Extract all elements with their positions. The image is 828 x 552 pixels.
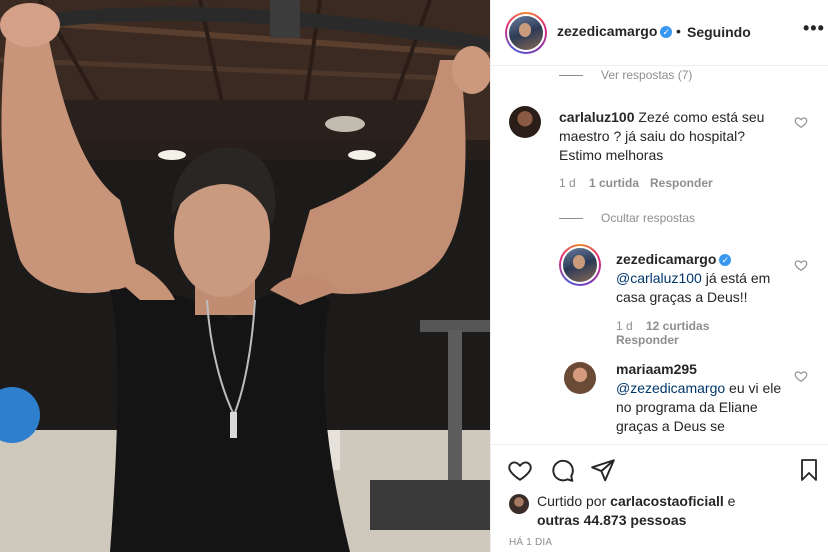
post-actions: Curtido por carlacostaoficiall e outras … — [491, 444, 828, 552]
commenter-avatar[interactable] — [509, 106, 541, 138]
comments-list[interactable]: Ver respostas (7) carlaluz100 Zezé como … — [491, 66, 828, 444]
replies-divider — [559, 218, 583, 219]
post-side-panel: zezedicamargo ✓ • Seguindo ••• Ver respos… — [490, 0, 828, 552]
reply-mention[interactable]: @zezedicamargo — [616, 380, 725, 396]
liker-username[interactable]: carlacostaoficiall — [610, 493, 724, 509]
post-photo-illustration — [0, 0, 490, 552]
likes-summary: Curtido por carlacostaoficiall e outras … — [537, 492, 735, 530]
author-avatar-image — [507, 14, 545, 52]
more-options-icon[interactable]: ••• — [803, 18, 825, 39]
reply-username[interactable]: zezedicamargo — [616, 251, 716, 267]
reply-button[interactable]: Responder — [650, 176, 713, 190]
share-icon[interactable] — [590, 457, 616, 483]
reply-button[interactable]: Responder — [616, 333, 679, 347]
liker-avatar[interactable] — [509, 494, 529, 514]
likes-prefix: Curtido por — [537, 493, 607, 509]
reply-like-heart-icon[interactable] — [794, 258, 808, 272]
comment-likes[interactable]: 1 curtida — [589, 176, 639, 190]
header-separator: • — [676, 23, 681, 39]
post-photo[interactable] — [0, 0, 490, 552]
view-replies-button[interactable]: Ver respostas (7) — [601, 68, 692, 82]
reply-commenter-avatar[interactable] — [564, 362, 596, 394]
post-timestamp[interactable]: HÁ 1 DIA — [509, 537, 552, 548]
likes-conj: e — [727, 493, 736, 509]
post-header: zezedicamargo ✓ • Seguindo ••• — [491, 0, 828, 66]
verified-badge-icon: ✓ — [660, 26, 673, 39]
author-username: zezedicamargo — [557, 23, 658, 39]
comment-username[interactable]: carlaluz100 — [559, 109, 635, 125]
author-username-link[interactable]: zezedicamargo ✓ — [557, 23, 673, 39]
comment-icon[interactable] — [549, 457, 575, 483]
reply-body: mariaam295 @zezedicamargo eu vi ele no p… — [616, 360, 791, 436]
following-button[interactable]: Seguindo — [687, 24, 751, 40]
bookmark-icon[interactable] — [797, 457, 821, 483]
reply-like-heart-icon[interactable] — [794, 369, 808, 383]
author-avatar[interactable] — [505, 12, 547, 54]
heart-icon[interactable] — [507, 457, 533, 483]
reply-body: zezedicamargo ✓ @carlaluz100 já está em c… — [616, 250, 796, 307]
reply-username[interactable]: mariaam295 — [616, 361, 697, 377]
reply-author-avatar-image — [561, 246, 599, 284]
comment-body: carlaluz100 Zezé como está seu maestro ?… — [559, 108, 789, 165]
reply-mention[interactable]: @carlaluz100 — [616, 270, 702, 286]
reply-likes[interactable]: 12 curtidas — [646, 319, 709, 333]
replies-divider — [559, 75, 583, 76]
comment-like-heart-icon[interactable] — [794, 115, 808, 129]
hide-replies-button[interactable]: Ocultar respostas — [601, 211, 695, 225]
reply-author-avatar[interactable] — [559, 244, 601, 286]
verified-badge-icon: ✓ — [719, 254, 732, 267]
comment-age: 1 d — [559, 176, 576, 190]
likes-others-link[interactable]: outras 44.873 pessoas — [537, 512, 686, 528]
reply-age: 1 d — [616, 319, 633, 333]
